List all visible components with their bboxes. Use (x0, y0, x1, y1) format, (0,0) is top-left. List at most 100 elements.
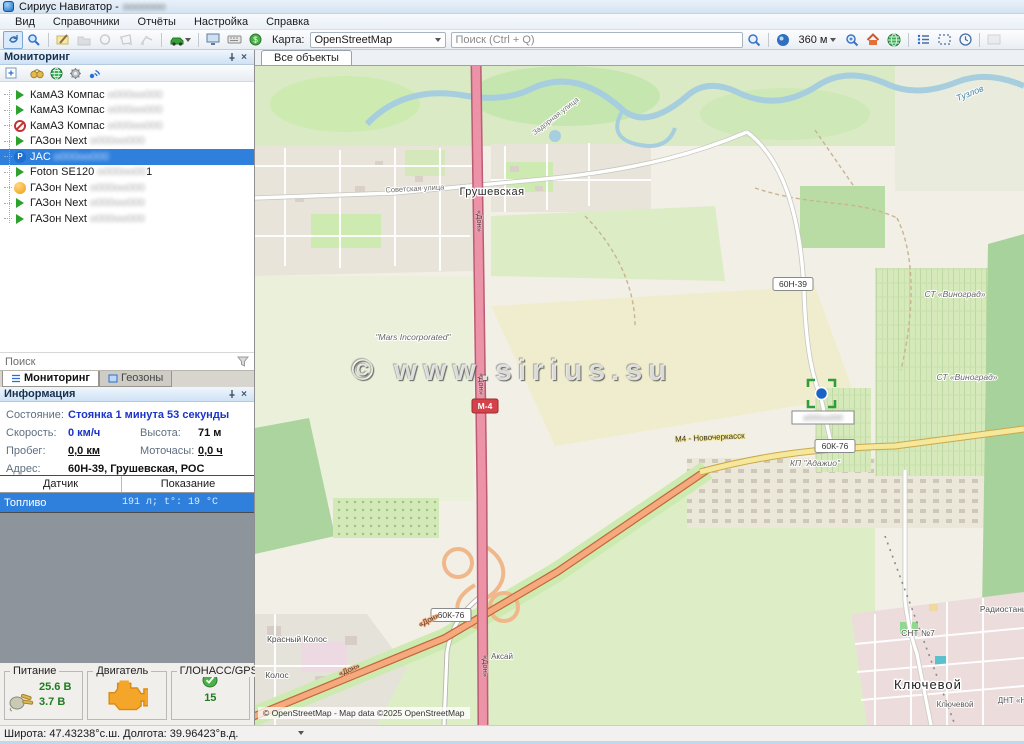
vehicle-name: JAC (30, 151, 51, 163)
sensor-row-0[interactable]: Топливо191 л; t°: 19 °C (0, 493, 254, 512)
tree-branch (4, 94, 12, 95)
hours-value[interactable]: 0,0 ч (198, 445, 248, 457)
screen-icon (987, 34, 1001, 45)
fullscreen-button[interactable] (984, 31, 1004, 49)
map-scale-value: 360 м (799, 34, 828, 46)
geozone-group-button[interactable] (74, 31, 94, 49)
monitor-button[interactable] (203, 31, 223, 49)
road-shield: 60К-76 (815, 440, 855, 453)
settings-gear-button[interactable] (67, 66, 83, 81)
select-area-button[interactable] (934, 31, 954, 49)
svg-text:60К-76: 60К-76 (822, 441, 849, 451)
menu-item-3[interactable]: Настройка (185, 15, 257, 29)
menu-item-0[interactable]: Вид (6, 15, 44, 29)
address-value: 60Н-39, Грушевская, РОС (68, 463, 248, 475)
statusbar-caret-icon[interactable] (298, 731, 304, 735)
close-icon[interactable]: × (238, 388, 250, 400)
sensors-table: ДатчикПоказание Топливо191 л; t°: 19 °C (0, 475, 254, 513)
pin-icon[interactable] (226, 51, 238, 63)
pin-icon[interactable] (226, 388, 238, 400)
map-tab-all-objects[interactable]: Все объекты (261, 50, 352, 65)
left-panel-filler (0, 513, 254, 663)
svg-text:60К-76: 60К-76 (438, 610, 465, 620)
map-tab-label: Все объекты (274, 52, 339, 64)
tab-monitoring[interactable]: Мониторинг (2, 371, 99, 387)
home-icon (866, 33, 880, 46)
vehicle-plate-masked: о000оо00 (97, 166, 146, 178)
object-list-button[interactable] (913, 31, 933, 49)
vehicle-tools-button[interactable] (166, 31, 194, 49)
map-globe-button[interactable] (48, 66, 64, 81)
map-viewport[interactable]: М-460Н-3960К-7660К-76 Советская улицаГру… (255, 66, 1024, 725)
search-placeholder: Поиск (Ctrl + Q) (456, 34, 738, 46)
map-canvas[interactable]: М-460Н-3960К-7660К-76 Советская улицаГру… (255, 66, 1024, 725)
vehicle-plate-suffix: 1 (146, 166, 152, 178)
menu-item-4[interactable]: Справка (257, 15, 318, 29)
tab-geozones[interactable]: Геозоны (99, 371, 172, 387)
track-mode-button[interactable] (3, 31, 23, 49)
map-provider-select[interactable]: OpenStreetMap (310, 32, 446, 48)
tree-branch (4, 156, 12, 157)
vehicle-row-2[interactable]: КамАЗ Компасо000оо000 (0, 118, 254, 134)
vehicle-status-icon-offline (14, 120, 26, 132)
toolbar-separator (161, 33, 162, 47)
menu-item-2[interactable]: Отчёты (129, 15, 185, 29)
power-gauge-label: Питание (10, 665, 59, 677)
vehicle-plate-masked: о000оо000 (90, 135, 145, 147)
vehicle-row-6[interactable]: ГАЗон Nextо000оо000 (0, 180, 254, 196)
vehicle-row-7[interactable]: ГАЗон Nextо000оо000 (0, 196, 254, 212)
sensors-table-header: ДатчикПоказание (0, 476, 254, 493)
billing-button[interactable]: $ (245, 31, 265, 49)
vehicle-status-icon-moving (16, 167, 24, 177)
vehicle-row-4[interactable]: JACо000оо000 (0, 149, 254, 165)
map-scale-select[interactable]: 360 м (794, 31, 842, 49)
engine-gauge-label: Двигатель (93, 665, 151, 677)
vehicle-plate-masked: о000оо000 (90, 213, 145, 225)
map-label: Ключевой (894, 677, 962, 692)
history-button[interactable] (955, 31, 975, 49)
vehicle-status-icon-moving (16, 136, 24, 146)
circle-shape-icon (98, 33, 112, 46)
global-search-input[interactable]: Поиск (Ctrl + Q) (451, 32, 743, 48)
monitoring-toolbar (0, 65, 254, 82)
monitor-icon (206, 33, 220, 46)
map-label: Колос (265, 670, 289, 680)
menu-item-1[interactable]: Справочники (44, 15, 129, 29)
refresh-icon (7, 33, 20, 46)
sensor-value: 191 л; t°: 19 °C (122, 497, 254, 508)
tree-branch (4, 141, 12, 142)
edit-map-button[interactable] (53, 31, 73, 49)
vehicle-row-5[interactable]: Foton SE120о000оо001 (0, 165, 254, 181)
window-title-masked: ооооооо (123, 1, 166, 13)
geozone-circle-button[interactable] (95, 31, 115, 49)
geozone-line-button[interactable] (137, 31, 157, 49)
gps-status-icon (202, 679, 218, 691)
expand-all-button[interactable] (3, 66, 19, 81)
altitude-value: 71 м (198, 427, 248, 439)
vehicle-row-3[interactable]: ГАЗон Nextо000оо000 (0, 134, 254, 150)
monitoring-panel-title: Мониторинг (4, 51, 70, 63)
tree-branch (4, 203, 12, 204)
toolbar-separator (48, 33, 49, 47)
vehicle-row-1[interactable]: КамАЗ Компасо000оо000 (0, 103, 254, 119)
telematics-button[interactable] (86, 66, 102, 81)
mileage-value[interactable]: 0,0 км (68, 445, 140, 457)
road-shield: 60Н-39 (773, 278, 813, 291)
vehicle-row-0[interactable]: КамАЗ Компасо000оо000 (0, 87, 254, 103)
map-label: «Дон» (477, 373, 486, 395)
zoom-in-button[interactable] (842, 31, 862, 49)
vehicle-row-8[interactable]: ГАЗон Nextо000оо000 (0, 211, 254, 227)
keyboard-button[interactable] (224, 31, 244, 49)
binoculars-icon[interactable] (29, 66, 45, 81)
run-search-button[interactable] (744, 31, 764, 49)
vehicle-status-icon-parked (14, 151, 26, 163)
geozone-polygon-button[interactable] (116, 31, 136, 49)
home-button[interactable] (863, 31, 883, 49)
close-icon[interactable]: × (238, 51, 250, 63)
tree-branch (4, 187, 12, 188)
search-object-button[interactable] (24, 31, 44, 49)
locate-button[interactable] (773, 31, 793, 49)
world-map-button[interactable] (884, 31, 904, 49)
left-panel-tabs: Мониторинг Геозоны (0, 370, 254, 387)
vehicle-search-input[interactable]: Поиск (0, 352, 254, 370)
